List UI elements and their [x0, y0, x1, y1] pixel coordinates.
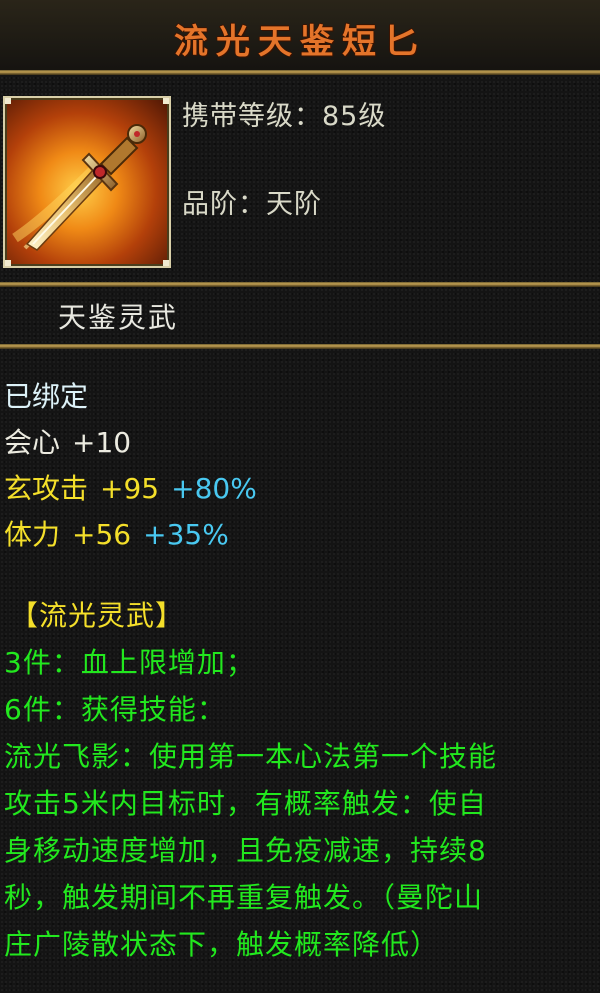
set-line: 攻击5米内目标时，有概率触发：使自: [4, 787, 487, 820]
divider: [0, 70, 600, 75]
divider: [0, 344, 600, 349]
stat-stamina-bonus: +35%: [143, 518, 229, 551]
level-requirement: 携带等级：85级: [182, 94, 386, 133]
dagger-icon: [12, 124, 147, 251]
frame-corner: [5, 98, 11, 104]
frame-corner: [5, 260, 11, 266]
level-label: 携带等级：: [182, 101, 322, 132]
stats-list: 已绑定 会心 +10 玄攻击 +95 +80% 体力 +56 +35%: [4, 374, 600, 558]
grade-value: 天阶: [266, 189, 322, 220]
set-line: 秒，触发期间不再重复触发。（曼陀山: [4, 881, 484, 914]
stat-crit-value: +10: [72, 426, 132, 459]
frame-corner: [163, 260, 169, 266]
stat-attack: 玄攻击 +95 +80%: [4, 466, 600, 512]
set-line: 庄广陵散状态下，触发概率降低）: [4, 928, 440, 961]
grade-label: 品阶：: [182, 189, 266, 220]
set-line: 6件：获得技能：: [4, 693, 226, 726]
divider: [0, 282, 600, 287]
bound-status: 已绑定: [4, 380, 89, 413]
stat-stamina-value: +56: [72, 518, 132, 551]
stat-attack-value: +95: [100, 472, 160, 505]
item-icon-slot[interactable]: [3, 96, 171, 268]
stat-stamina-name: 体力: [4, 518, 61, 551]
item-category: 天鉴灵武: [58, 301, 179, 334]
set-bonus-section: 【流光灵武】 3件：血上限增加； 6件：获得技能： 流光飞影：使用第一本心法第一…: [4, 592, 600, 968]
level-value: 85级: [322, 101, 387, 132]
set-line: 身移动速度增加，且免疫减速，持续8: [4, 834, 487, 867]
stat-stamina: 体力 +56 +35%: [4, 512, 600, 558]
stat-attack-name: 玄攻击: [4, 472, 89, 505]
stat-attack-bonus: +80%: [171, 472, 257, 505]
item-name: 流光天鉴短匕: [174, 22, 426, 62]
set-line: 3件：血上限增加；: [4, 646, 255, 679]
frame-corner: [163, 98, 169, 104]
grade-info: 品阶：天阶: [182, 182, 322, 221]
set-title: 【流光灵武】: [10, 599, 185, 632]
set-line: 流光飞影：使用第一本心法第一个技能: [4, 740, 498, 773]
stat-crit: 会心 +10: [4, 420, 600, 466]
stat-crit-name: 会心: [4, 426, 61, 459]
